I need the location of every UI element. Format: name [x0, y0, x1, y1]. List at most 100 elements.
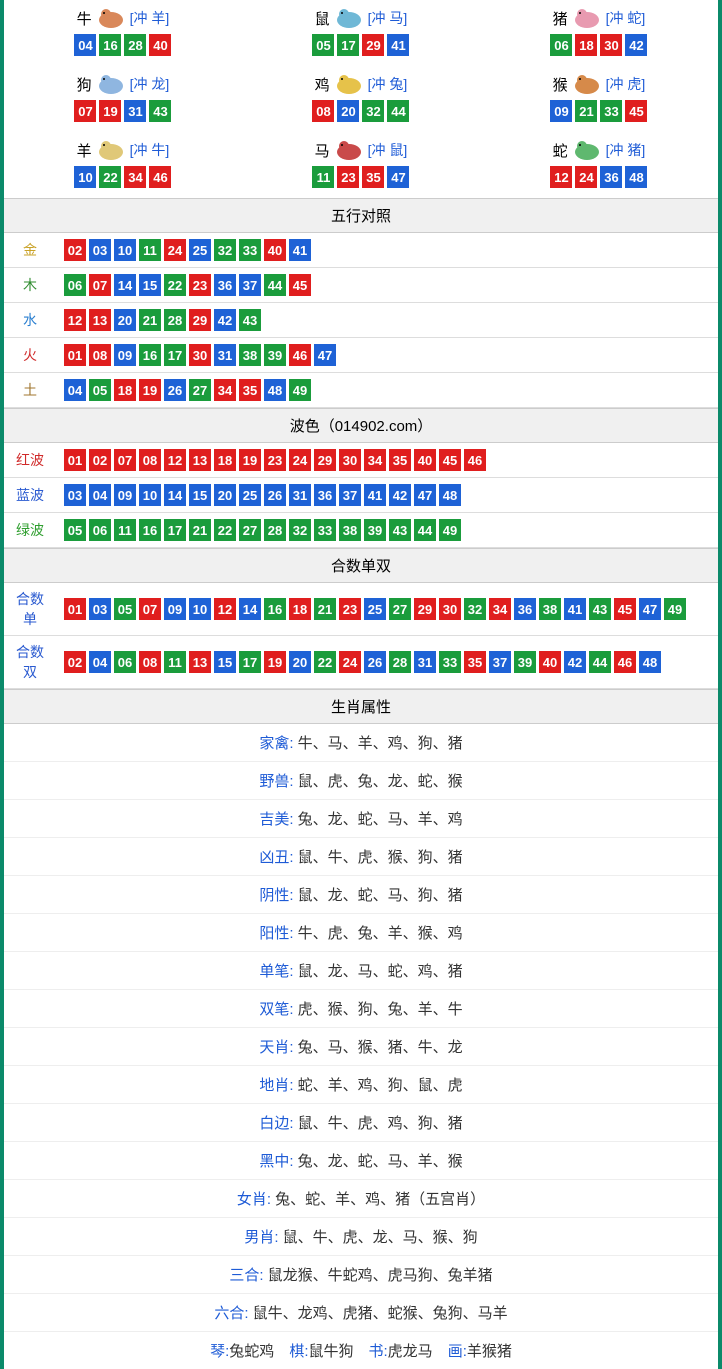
number-ball: 40: [539, 651, 561, 673]
number-ball: 41: [387, 34, 409, 56]
number-ball: 09: [550, 100, 572, 122]
attr-row: 阳性: 牛、虎、兔、羊、猴、鸡: [4, 914, 718, 952]
number-ball: 22: [164, 274, 186, 296]
number-ball: 03: [89, 239, 111, 261]
number-ball: 16: [139, 519, 161, 541]
attr-value: 兔、马、猴、猪、牛、龙: [298, 1039, 463, 1056]
number-ball: 17: [337, 34, 359, 56]
number-ball: 28: [389, 651, 411, 673]
number-ball: 14: [164, 484, 186, 506]
number-ball: 16: [264, 598, 286, 620]
number-ball: 37: [239, 274, 261, 296]
zodiac-name: 狗: [77, 74, 92, 95]
number-ball: 23: [339, 598, 361, 620]
number-ball: 22: [99, 166, 121, 188]
number-ball: 11: [114, 519, 136, 541]
number-ball: 03: [64, 484, 86, 506]
zodiac-name: 蛇: [553, 140, 568, 161]
row-label: 合数单: [4, 583, 56, 636]
number-ball: 45: [614, 598, 636, 620]
wuxing-table: 金02031011242532334041木060714152223363744…: [4, 233, 718, 408]
row-label: 合数双: [4, 636, 56, 689]
number-ball: 21: [139, 309, 161, 331]
number-ball: 13: [89, 309, 111, 331]
zodiac-numbers: 08203244: [242, 100, 480, 122]
number-ball: 06: [89, 519, 111, 541]
attr-row: 地肖: 蛇、羊、鸡、狗、鼠、虎: [4, 1066, 718, 1104]
section-header-bose: 波色（014902.com）: [4, 408, 718, 443]
zodiac-sub: [冲 马]: [368, 8, 408, 28]
number-ball: 40: [414, 449, 436, 471]
attr-value: 牛、虎、兔、羊、猴、鸡: [298, 925, 463, 942]
four-key: 画:: [448, 1343, 467, 1360]
number-ball: 20: [114, 309, 136, 331]
row-label: 水: [4, 303, 56, 338]
number-ball: 20: [214, 484, 236, 506]
attr-row: 白边: 鼠、牛、虎、鸡、狗、猪: [4, 1104, 718, 1142]
zodiac-sub: [冲 龙]: [130, 74, 170, 94]
zodiac-cell: 狗[冲 龙]07193143: [4, 66, 242, 132]
number-ball: 16: [99, 34, 121, 56]
number-ball: 40: [264, 239, 286, 261]
number-ball: 19: [239, 449, 261, 471]
number-ball: 27: [239, 519, 261, 541]
attr-key: 女肖:: [237, 1191, 275, 1208]
row-numbers: 06071415222336374445: [56, 268, 718, 303]
number-ball: 11: [139, 239, 161, 261]
number-ball: 40: [149, 34, 171, 56]
pig-icon: [570, 6, 604, 30]
four-key: 书:: [369, 1343, 388, 1360]
number-ball: 20: [289, 651, 311, 673]
zodiac-name: 鼠: [315, 8, 330, 29]
attr-key: 六合:: [214, 1305, 252, 1322]
number-ball: 01: [64, 449, 86, 471]
zodiac-name: 牛: [77, 8, 92, 29]
number-ball: 48: [625, 166, 647, 188]
number-ball: 08: [139, 651, 161, 673]
number-ball: 31: [214, 344, 236, 366]
four-value: 虎龙马: [388, 1343, 433, 1360]
number-ball: 48: [264, 379, 286, 401]
number-ball: 49: [664, 598, 686, 620]
number-ball: 18: [214, 449, 236, 471]
number-ball: 09: [114, 344, 136, 366]
number-ball: 01: [64, 344, 86, 366]
row-label: 绿波: [4, 513, 56, 548]
number-ball: 26: [264, 484, 286, 506]
number-ball: 47: [387, 166, 409, 188]
row-label: 木: [4, 268, 56, 303]
number-ball: 17: [164, 519, 186, 541]
attr-value: 鼠、龙、蛇、马、狗、猪: [298, 887, 463, 904]
row-label: 火: [4, 338, 56, 373]
number-ball: 38: [239, 344, 261, 366]
number-ball: 43: [589, 598, 611, 620]
row-numbers: 0103050709101214161821232527293032343638…: [56, 583, 718, 636]
row-numbers: 02031011242532334041: [56, 233, 718, 268]
zodiac-sub: [冲 牛]: [130, 140, 170, 160]
zodiac-numbers: 12243648: [480, 166, 718, 188]
number-ball: 24: [575, 166, 597, 188]
row-label: 金: [4, 233, 56, 268]
zodiac-sub: [冲 鼠]: [368, 140, 408, 160]
attr-row: 凶丑: 鼠、牛、虎、猴、狗、猪: [4, 838, 718, 876]
number-ball: 32: [214, 239, 236, 261]
zodiac-name: 马: [315, 140, 330, 161]
four-value: 羊猴猪: [467, 1343, 512, 1360]
attr-row: 阴性: 鼠、龙、蛇、马、狗、猪: [4, 876, 718, 914]
number-ball: 24: [339, 651, 361, 673]
zodiac-sub: [冲 羊]: [130, 8, 170, 28]
number-ball: 35: [464, 651, 486, 673]
zodiac-cell: 蛇[冲 猪]12243648: [480, 132, 718, 198]
number-ball: 22: [214, 519, 236, 541]
zodiac-numbers: 11233547: [242, 166, 480, 188]
number-ball: 24: [164, 239, 186, 261]
attr-key: 家禽:: [259, 735, 297, 752]
number-ball: 33: [314, 519, 336, 541]
number-ball: 13: [189, 651, 211, 673]
four-arts-item: 棋:鼠牛狗: [289, 1343, 353, 1360]
number-ball: 06: [114, 651, 136, 673]
attr-key: 野兽:: [259, 773, 297, 790]
number-ball: 43: [389, 519, 411, 541]
number-ball: 07: [89, 274, 111, 296]
attr-value: 鼠、牛、虎、猴、狗、猪: [298, 849, 463, 866]
